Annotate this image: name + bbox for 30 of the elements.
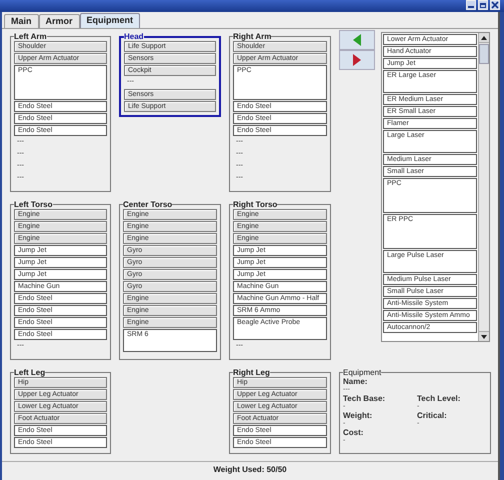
field-label: Critical: — [417, 411, 448, 420]
weight-used-label: Weight Used: 50/50 — [213, 464, 287, 476]
tab[interactable]: Armor — [38, 14, 80, 28]
close-icon[interactable] — [490, 0, 500, 10]
field-label: Tech Base: — [343, 394, 386, 403]
field-label: Cost: — [343, 428, 364, 437]
remove-button[interactable] — [339, 50, 375, 70]
left-triangle-icon — [353, 34, 361, 46]
panel-title: Head — [124, 32, 144, 41]
panel-title: Right Arm — [233, 32, 272, 41]
scroll-down-icon[interactable] — [479, 331, 489, 341]
scroll-thumb[interactable] — [479, 44, 489, 64]
panel-title: Left Leg — [14, 368, 46, 377]
scroll-up-icon[interactable] — [479, 33, 489, 43]
minimize-icon[interactable] — [466, 0, 476, 10]
right-triangle-icon — [353, 54, 361, 66]
add-button[interactable] — [339, 30, 375, 50]
panel-title: Left Arm — [14, 32, 47, 41]
field-label: Weight: — [343, 411, 374, 420]
panel-title: Center Torso — [123, 200, 172, 209]
panel-title: Right Leg — [233, 368, 270, 377]
field-label: Name: — [343, 377, 368, 386]
panel-title: Equipment — [343, 368, 382, 377]
field-label: Tech Level: — [417, 394, 462, 403]
tab[interactable]: Equipment — [80, 13, 140, 28]
maximize-icon[interactable] — [478, 0, 488, 10]
tab[interactable]: Main — [4, 14, 39, 28]
panel-title: Left Torso — [14, 200, 53, 209]
panel-title: Right Torso — [233, 200, 278, 209]
scrollbar[interactable] — [478, 33, 489, 341]
